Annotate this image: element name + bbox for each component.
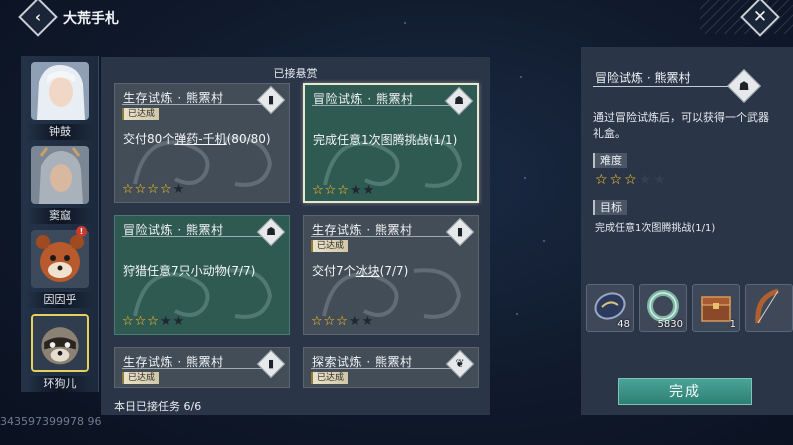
- top-bar: ‹ 大荒手札 ✕: [0, 0, 793, 37]
- reward-qty: 48: [617, 319, 630, 330]
- back-arrow-icon: ‹: [34, 7, 42, 26]
- complete-button[interactable]: 完成: [618, 378, 752, 405]
- bear-mask-icon: ☗: [256, 217, 286, 247]
- scroll-icon: ▮: [256, 349, 286, 379]
- character-name: 钟鼓: [27, 124, 93, 140]
- bg-star: [520, 76, 522, 78]
- reward-item[interactable]: [745, 284, 793, 332]
- card-task: 交付7个冰块(7/7): [312, 264, 409, 278]
- character-item[interactable]: ! 因因乎: [27, 226, 93, 310]
- goal-label: 目标: [593, 200, 627, 215]
- character-list: 钟鼓 窦窳 ! 因因乎 环狗儿: [21, 56, 99, 392]
- bear-mask-icon: ☗: [727, 69, 761, 103]
- item-link[interactable]: 弹药-千机: [174, 132, 226, 146]
- character-portrait: [31, 230, 89, 288]
- bg-star: [524, 177, 526, 179]
- detail-description: 通过冒险试炼后，可以获得一个武器礼盒。: [593, 111, 769, 140]
- item-link[interactable]: 冰块: [356, 264, 380, 278]
- card-divider: [312, 105, 454, 106]
- scroll-icon: ▮: [256, 85, 286, 115]
- bounty-board: 已接悬赏 生存试炼 · 熊罴村 ▮ 已达成 交付80个弹药-千机(80/80) …: [101, 57, 490, 415]
- bounty-card[interactable]: 生存试炼 · 熊罴村 ▮ 已达成 交付80个弹药-千机(80/80) ☆☆☆☆★: [114, 83, 290, 203]
- card-divider: [311, 236, 453, 237]
- reward-item[interactable]: 5830: [639, 284, 687, 332]
- back-button[interactable]: ‹: [18, 0, 58, 37]
- character-portrait: [31, 146, 89, 204]
- alert-badge: !: [76, 226, 87, 237]
- bear-mask-icon: ☗: [444, 86, 474, 116]
- status-badge: 已达成: [311, 372, 349, 384]
- card-divider: [311, 368, 453, 369]
- difficulty-label: 难度: [593, 153, 627, 168]
- board-heading: 已接悬赏: [273, 67, 318, 80]
- character-item[interactable]: 钟鼓: [27, 60, 93, 142]
- status-badge: 已达成: [122, 372, 160, 384]
- page-title: 大荒手札: [63, 11, 119, 27]
- reward-item[interactable]: 1: [692, 284, 740, 332]
- card-task: 完成任意1次图腾挑战(1/1): [313, 133, 458, 147]
- bounty-card[interactable]: 生存试炼 · 熊罴村 ▮ 已达成: [114, 347, 290, 388]
- scroll-icon: ▮: [445, 217, 475, 247]
- status-badge: 已达成: [311, 240, 349, 252]
- character-name: 因因乎: [27, 292, 93, 308]
- character-name: 环狗儿: [27, 376, 93, 392]
- difficulty-stars: ☆☆☆★★: [122, 314, 186, 329]
- bg-star: [543, 240, 545, 242]
- card-divider: [122, 104, 264, 105]
- daily-task-count: 本日已接任务 6/6: [114, 400, 202, 413]
- bounty-card-active[interactable]: 冒险试炼 · 熊罴村 ☗ 完成任意1次图腾挑战(1/1) ☆☆☆★★: [303, 83, 479, 203]
- detail-title: 冒险试炼 · 熊罴村: [595, 71, 691, 85]
- character-item[interactable]: 窦窳: [27, 144, 93, 226]
- bg-star: [516, 313, 518, 315]
- bounty-card[interactable]: 生存试炼 · 熊罴村 ▮ 已达成 交付7个冰块(7/7) ☆☆☆★★: [303, 215, 479, 335]
- bounty-detail-panel: 冒险试炼 · 熊罴村 ☗ 通过冒险试炼后，可以获得一个武器礼盒。 难度 ☆☆☆★…: [581, 47, 793, 415]
- character-portrait: [31, 62, 89, 120]
- reward-item[interactable]: 48: [586, 284, 634, 332]
- close-icon: ✕: [752, 7, 768, 27]
- difficulty-stars: ☆☆☆☆★: [122, 182, 186, 197]
- difficulty-stars: ☆☆☆★★: [311, 314, 375, 329]
- bounty-card[interactable]: 冒险试炼 · 熊罴村 ☗ 狩猎任意7只小动物(7/7) ☆☆☆★★: [114, 215, 290, 335]
- goal-text: 完成任意1次图腾挑战(1/1): [595, 223, 716, 234]
- card-task: 狩猎任意7只小动物(7/7): [123, 264, 256, 278]
- card-divider: [122, 368, 264, 369]
- player-uid: 343597399978 96: [0, 415, 102, 428]
- character-portrait: [31, 314, 89, 372]
- character-name: 窦窳: [27, 208, 93, 224]
- status-badge: 已达成: [122, 108, 160, 120]
- reward-list: 48 5830 1: [586, 284, 793, 334]
- character-item-selected[interactable]: 环狗儿: [27, 312, 93, 394]
- reward-qty: 1: [729, 319, 736, 330]
- bow-weapon-icon: [755, 288, 779, 324]
- bounty-card[interactable]: 探索试炼 · 熊罴村 ❦ 已达成: [303, 347, 479, 388]
- difficulty-stars: ☆☆☆★★: [312, 183, 376, 198]
- footprint-icon: ❦: [445, 349, 475, 379]
- reward-qty: 5830: [657, 319, 683, 330]
- detail-divider: [593, 86, 733, 87]
- card-task: 交付80个弹药-千机(80/80): [123, 132, 271, 146]
- difficulty-stars: ☆☆☆★★: [595, 172, 668, 188]
- card-divider: [122, 236, 264, 237]
